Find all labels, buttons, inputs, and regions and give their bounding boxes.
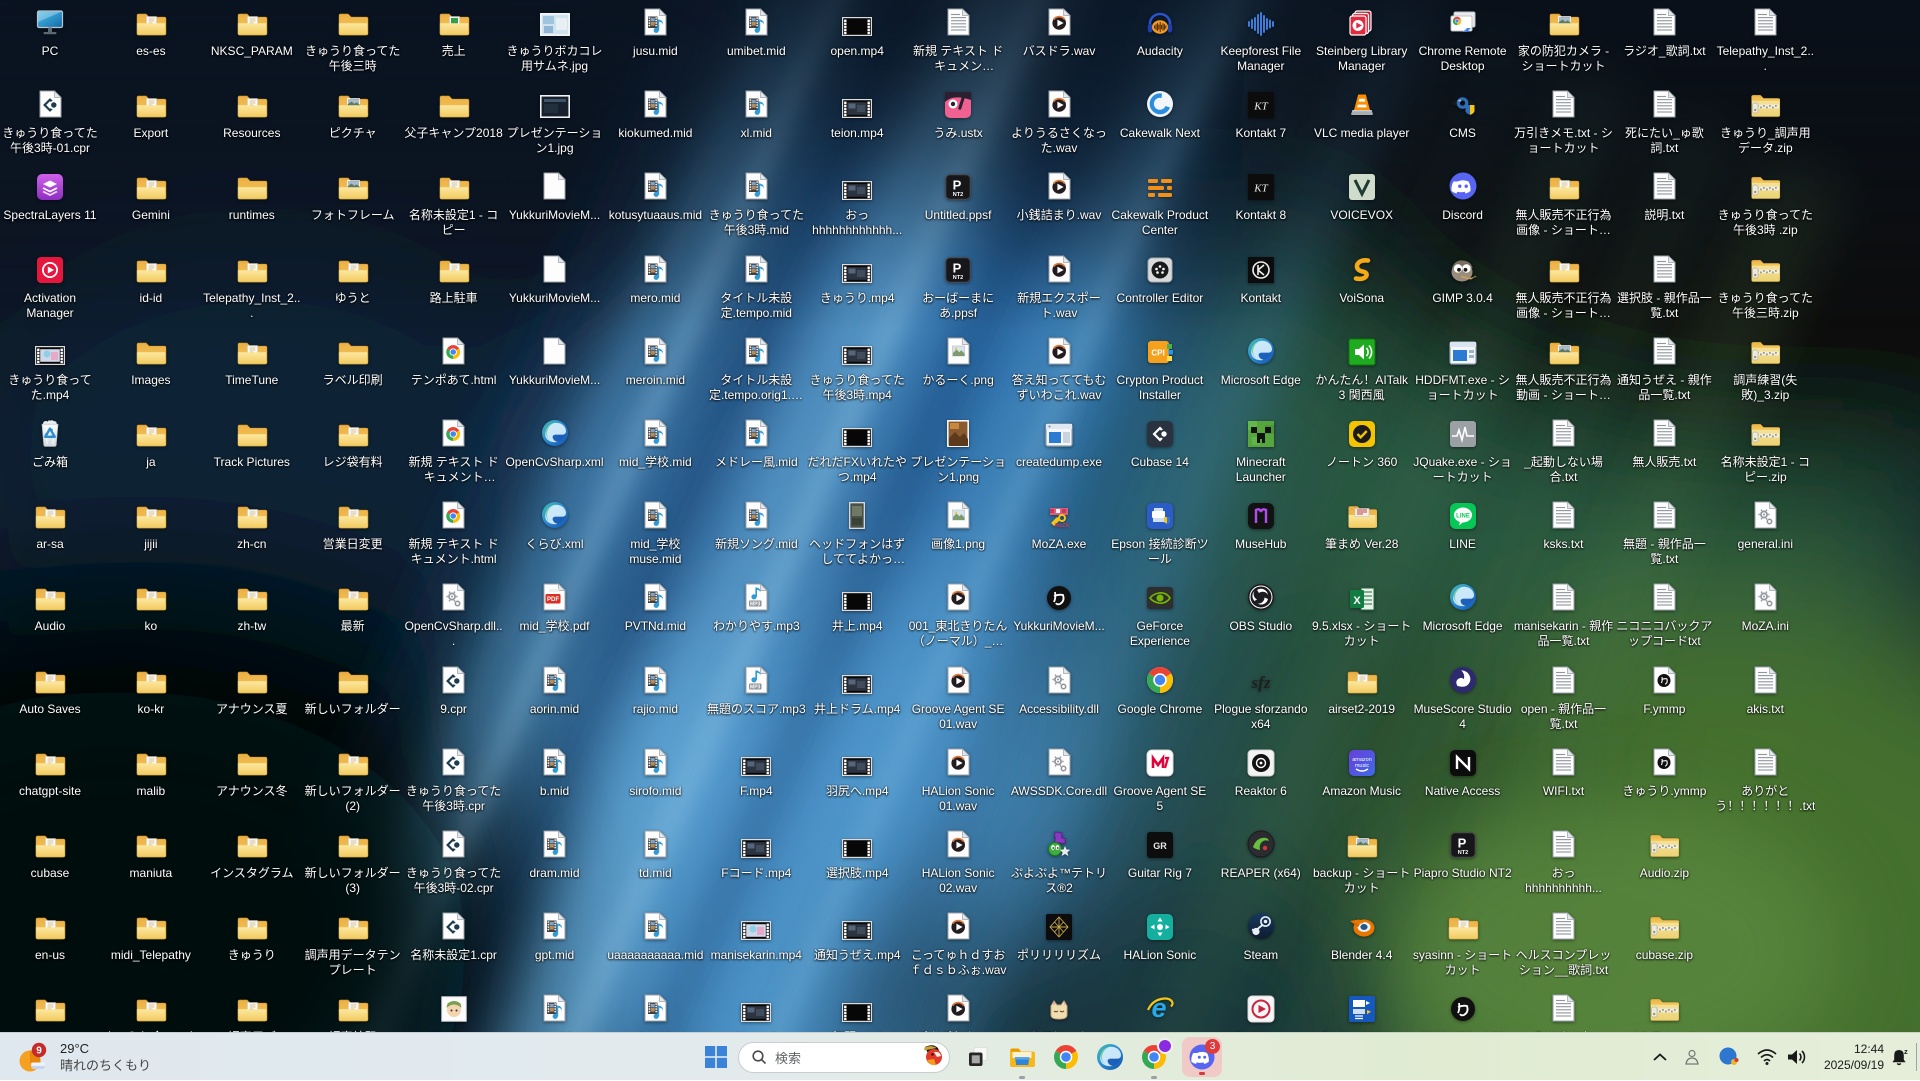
svg-text:X: X xyxy=(1353,595,1361,607)
svg-text:z: z xyxy=(1904,1047,1908,1056)
svg-text:GR: GR xyxy=(1153,841,1167,851)
svg-text:NT2: NT2 xyxy=(1457,850,1467,856)
svg-text:MoZA: MoZA xyxy=(1055,523,1069,529)
svg-text:P: P xyxy=(1457,836,1466,851)
svg-text:MP3: MP3 xyxy=(750,684,761,690)
svg-text:NT2: NT2 xyxy=(953,192,963,198)
svg-text:sfz: sfz xyxy=(1250,673,1270,692)
svg-text:P: P xyxy=(953,178,962,193)
svg-text:music: music xyxy=(1355,763,1370,769)
svg-text:KT: KT xyxy=(1253,183,1268,195)
svg-text:PDF: PDF xyxy=(547,598,559,604)
svg-text:CPI: CPI xyxy=(1151,348,1164,357)
svg-text:NT2: NT2 xyxy=(953,275,963,281)
svg-text:MP3: MP3 xyxy=(750,602,761,608)
svg-text:P: P xyxy=(953,260,962,275)
svg-text:9: 9 xyxy=(36,1046,42,1057)
svg-text:KT: KT xyxy=(1253,101,1268,113)
svg-text:LINE: LINE xyxy=(1456,514,1470,520)
